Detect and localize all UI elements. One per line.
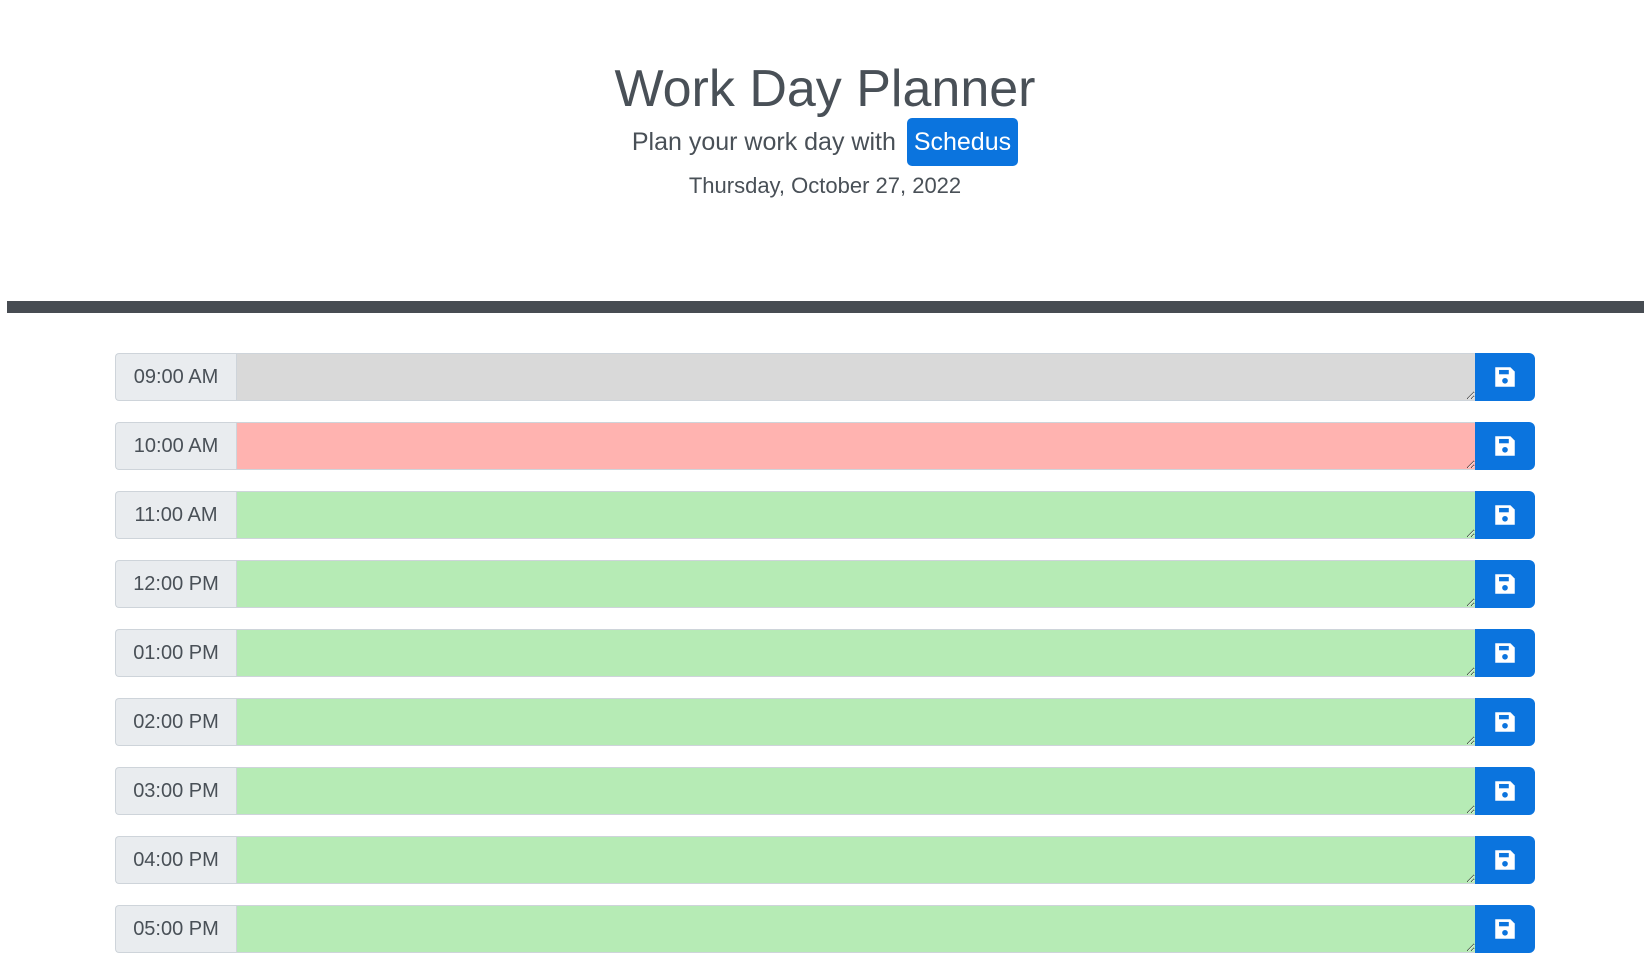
page-title: Work Day Planner <box>614 60 1036 118</box>
time-block-row: 04:00 PM <box>115 836 1535 884</box>
save-icon <box>1492 916 1518 942</box>
time-block-list: 09:00 AM 10:00 AM 11:00 AM 12:00 PM 01:0… <box>115 353 1535 974</box>
time-block-row: 02:00 PM <box>115 698 1535 746</box>
save-button[interactable] <box>1475 767 1535 815</box>
hour-label: 10:00 AM <box>115 422 236 470</box>
time-block-row: 12:00 PM <box>115 560 1535 608</box>
time-block-row: 03:00 PM <box>115 767 1535 815</box>
hour-label: 04:00 PM <box>115 836 236 884</box>
event-input[interactable] <box>236 698 1475 746</box>
save-icon <box>1492 433 1518 459</box>
save-icon <box>1492 778 1518 804</box>
event-input[interactable] <box>236 560 1475 608</box>
save-button[interactable] <box>1475 905 1535 953</box>
save-button[interactable] <box>1475 491 1535 539</box>
event-input[interactable] <box>236 905 1475 953</box>
event-input[interactable] <box>236 767 1475 815</box>
save-button[interactable] <box>1475 629 1535 677</box>
hour-label: 01:00 PM <box>115 629 236 677</box>
event-input[interactable] <box>236 836 1475 884</box>
event-input[interactable] <box>236 422 1475 470</box>
event-input[interactable] <box>236 491 1475 539</box>
save-button[interactable] <box>1475 353 1535 401</box>
header-divider <box>7 301 1644 313</box>
save-button[interactable] <box>1475 560 1535 608</box>
save-button[interactable] <box>1475 836 1535 884</box>
brand-badge: Schedus <box>906 118 1019 166</box>
subtitle-text: Plan your work day with <box>631 128 896 156</box>
save-button[interactable] <box>1475 698 1535 746</box>
time-block-row: 01:00 PM <box>115 629 1535 677</box>
save-icon <box>1492 640 1518 666</box>
save-button[interactable] <box>1475 422 1535 470</box>
hour-label: 09:00 AM <box>115 353 236 401</box>
save-icon <box>1492 364 1518 390</box>
page-subtitle: Plan your work day with Schedus <box>0 117 1650 167</box>
save-icon <box>1492 502 1518 528</box>
save-icon <box>1492 571 1518 597</box>
time-block-row: 11:00 AM <box>115 491 1535 539</box>
hour-label: 05:00 PM <box>115 905 236 953</box>
time-block-row: 05:00 PM <box>115 905 1535 953</box>
time-block-row: 09:00 AM <box>115 353 1535 401</box>
save-icon <box>1492 709 1518 735</box>
current-date: Thursday, October 27, 2022 <box>688 173 962 198</box>
event-input[interactable] <box>236 353 1475 401</box>
save-icon <box>1492 847 1518 873</box>
hour-label: 12:00 PM <box>115 560 236 608</box>
hour-label: 02:00 PM <box>115 698 236 746</box>
hour-label: 11:00 AM <box>115 491 236 539</box>
event-input[interactable] <box>236 629 1475 677</box>
time-block-row: 10:00 AM <box>115 422 1535 470</box>
hour-label: 03:00 PM <box>115 767 236 815</box>
